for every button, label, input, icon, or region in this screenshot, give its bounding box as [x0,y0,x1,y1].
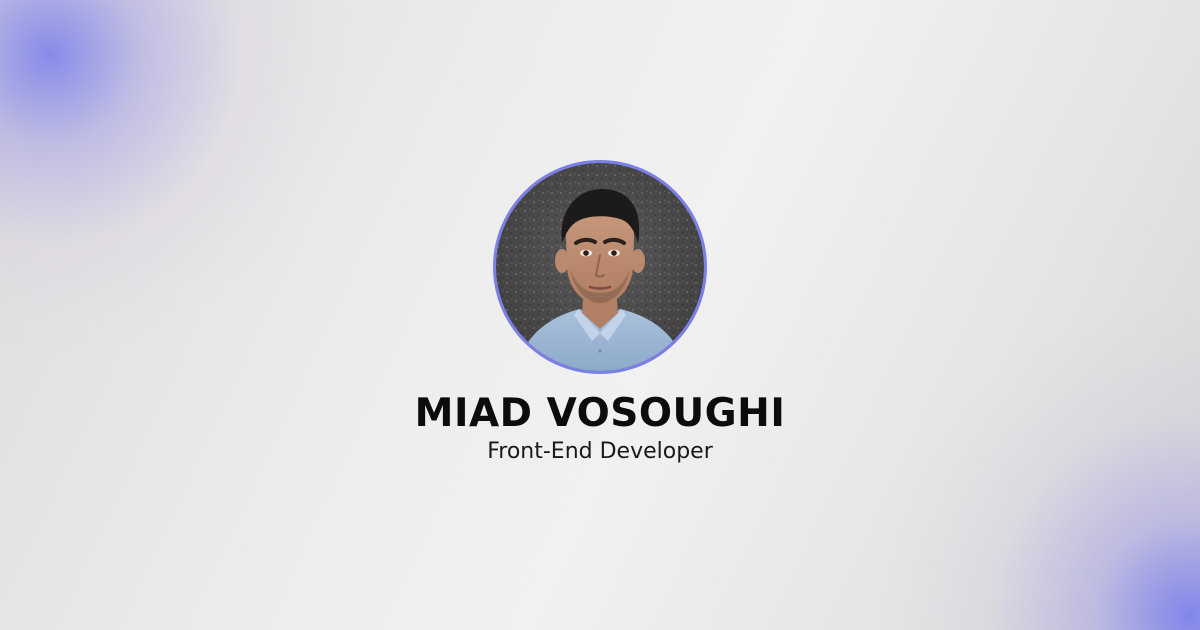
profile-card: MIAD VOSOUGHI Front-End Developer [0,0,1200,630]
avatar [496,163,704,371]
profile-role: Front-End Developer [487,439,713,464]
avatar-ring [493,160,707,374]
profile-name: MIAD VOSOUGHI [414,391,786,436]
